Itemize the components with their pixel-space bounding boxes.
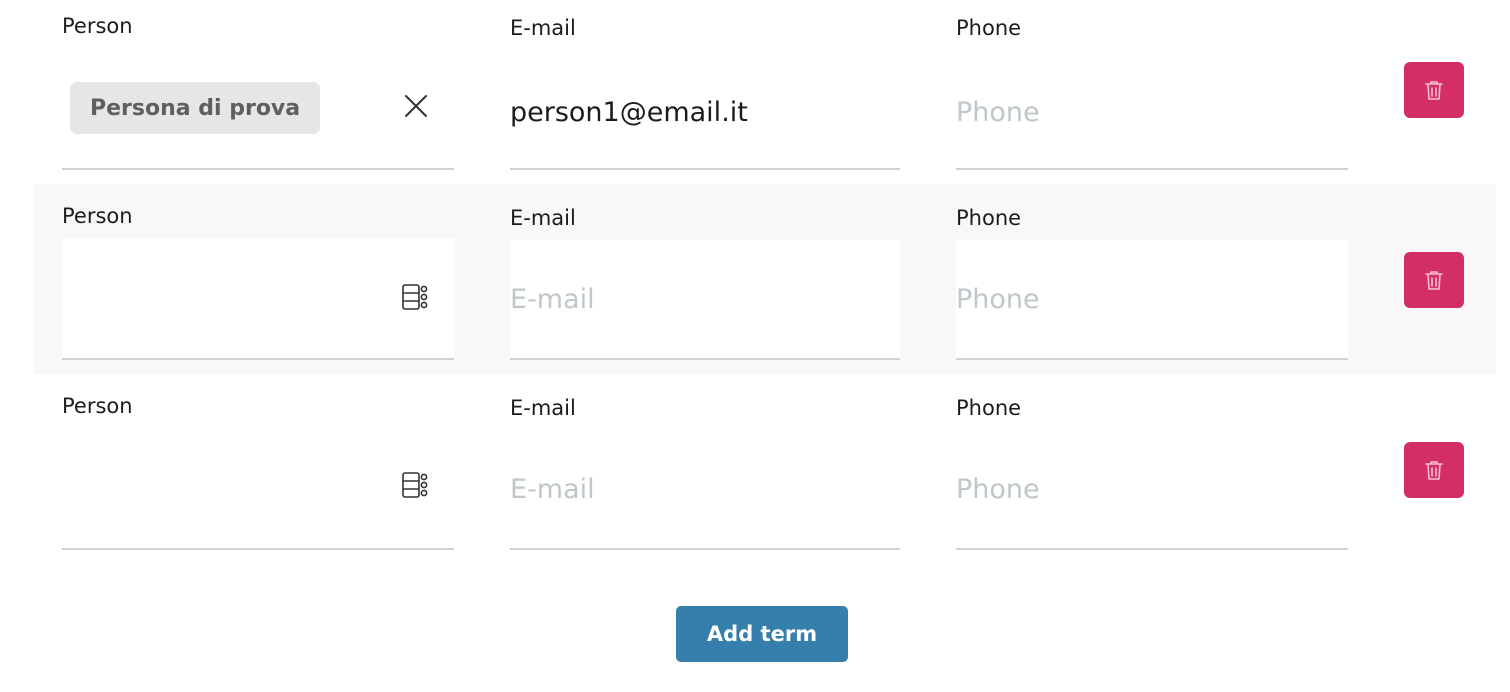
person-select[interactable]: [62, 238, 454, 360]
email-input-container: [510, 240, 900, 360]
term-row: Person Persona di prova E-mail Phone: [34, 0, 1496, 190]
email-input-container: [510, 430, 900, 550]
close-icon: [405, 95, 427, 117]
trash-icon: [1425, 461, 1443, 480]
term-row: Person E-mail Phone: [34, 374, 1496, 564]
phone-input[interactable]: [956, 56, 1348, 168]
delete-row-button[interactable]: [1404, 252, 1464, 308]
list-select-icon: [402, 472, 428, 498]
phone-input-container: [956, 430, 1348, 550]
phone-input-container: [956, 56, 1348, 170]
phone-input-container: [956, 240, 1348, 360]
clear-person-button[interactable]: [402, 92, 430, 120]
select-person-button[interactable]: [400, 282, 430, 312]
email-input[interactable]: [510, 240, 900, 358]
phone-label: Phone: [956, 16, 1022, 40]
phone-label: Phone: [956, 206, 1022, 230]
list-select-icon: [402, 284, 428, 310]
delete-row-button[interactable]: [1404, 442, 1464, 498]
email-input[interactable]: [510, 56, 900, 168]
person-label: Person: [62, 394, 133, 418]
phone-input[interactable]: [956, 430, 1348, 548]
delete-row-button[interactable]: [1404, 62, 1464, 118]
person-select[interactable]: Persona di prova: [62, 56, 454, 170]
select-person-button[interactable]: [400, 470, 430, 500]
selected-person-chip: Persona di prova: [70, 82, 321, 134]
trash-icon: [1425, 81, 1443, 100]
phone-input[interactable]: [956, 240, 1348, 358]
person-label: Person: [62, 204, 133, 228]
add-term-button[interactable]: Add term: [676, 606, 848, 662]
email-label: E-mail: [510, 396, 576, 420]
email-label: E-mail: [510, 16, 576, 40]
trash-icon: [1425, 271, 1443, 290]
email-label: E-mail: [510, 206, 576, 230]
term-row: Person E-mail Phone: [34, 184, 1496, 374]
terms-form: Person Persona di prova E-mail Phone: [0, 0, 1510, 692]
email-input-container: [510, 56, 900, 170]
person-select[interactable]: [62, 430, 454, 550]
person-label: Person: [62, 14, 133, 38]
phone-label: Phone: [956, 396, 1022, 420]
email-input[interactable]: [510, 430, 900, 548]
